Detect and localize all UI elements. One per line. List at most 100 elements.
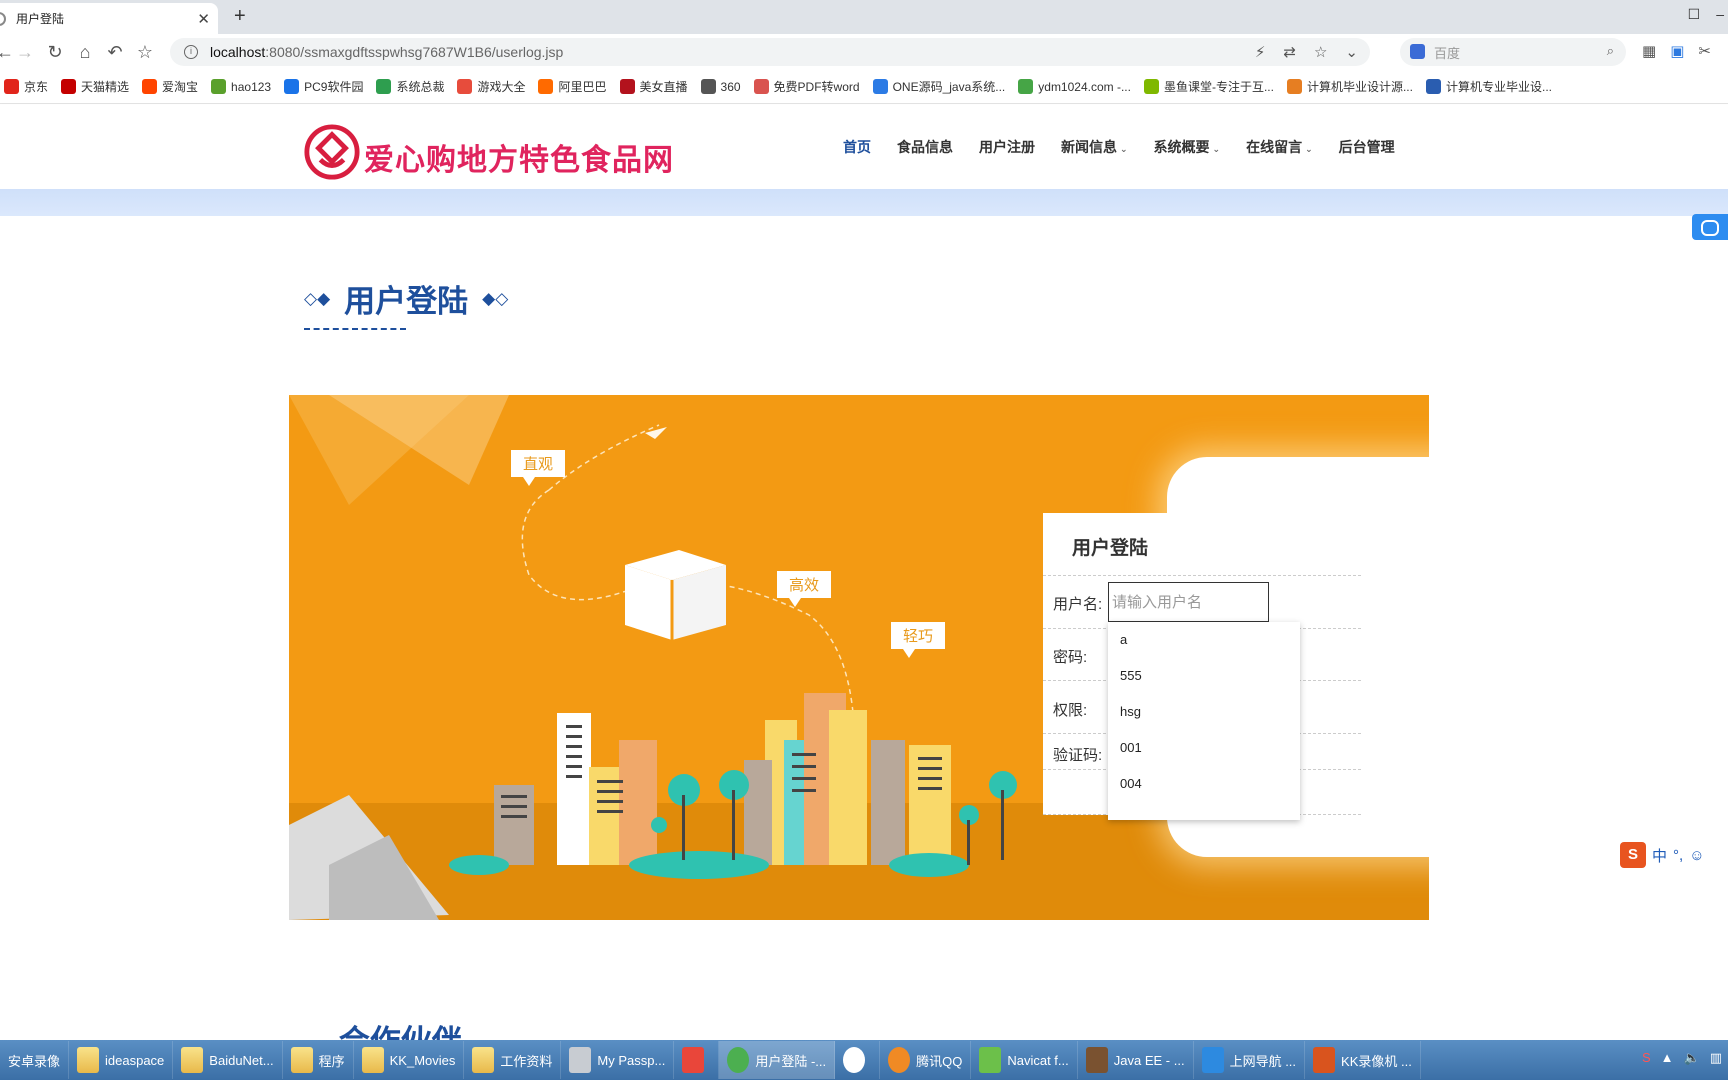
taskbar-item[interactable]: 工作资料 bbox=[464, 1041, 562, 1079]
taskbar-item[interactable] bbox=[835, 1041, 881, 1079]
bookmark-item[interactable]: hao123 bbox=[211, 79, 271, 94]
nav-item[interactable]: 系统概要 ⌄ bbox=[1154, 137, 1221, 157]
lightning-icon[interactable]: ⚡ bbox=[1255, 43, 1266, 61]
bookmark-favicon-icon bbox=[284, 79, 300, 94]
window-minimize-icon[interactable]: – bbox=[1716, 6, 1724, 23]
window-restore-icon[interactable]: ☐ bbox=[1688, 6, 1701, 23]
taskbar-item[interactable]: BaiduNet... bbox=[173, 1041, 283, 1079]
bookmark-item[interactable]: 墨鱼课堂-专注于互... bbox=[1143, 78, 1274, 95]
volume-icon[interactable]: 🔈 bbox=[1684, 1050, 1700, 1066]
search-placeholder: 百度 bbox=[1434, 45, 1461, 61]
taskbar-item-label: 上网导航 ... bbox=[1229, 1053, 1297, 1069]
bookmark-item[interactable]: 免费PDF转word bbox=[753, 78, 860, 95]
bookmark-item[interactable]: PC9软件园 bbox=[284, 78, 363, 95]
role-label: 权限: bbox=[1053, 702, 1088, 719]
bookmark-item[interactable]: ONE源码_java系统... bbox=[872, 78, 1006, 95]
bookmark-label: ONE源码_java系统... bbox=[892, 80, 1006, 94]
taskbar-item[interactable]: Navicat f... bbox=[971, 1041, 1078, 1079]
bookmark-label: PC9软件园 bbox=[304, 80, 364, 94]
nav-item[interactable]: 食品信息 bbox=[897, 137, 953, 157]
bookmark-item[interactable]: 计算机毕业设计源... bbox=[1286, 78, 1413, 95]
taskbar-item[interactable]: KK录像机 ... bbox=[1305, 1041, 1421, 1079]
punctuation-icon[interactable]: °, bbox=[1673, 847, 1683, 864]
translate-icon[interactable]: ⇄ bbox=[1283, 43, 1296, 61]
navicat-icon bbox=[979, 1047, 1002, 1073]
bookmark-favicon-icon bbox=[619, 79, 635, 94]
bookmark-item[interactable]: 京东 bbox=[4, 78, 48, 95]
nav-item-label: 系统概要 bbox=[1153, 139, 1210, 155]
banner-tag-light: 轻巧 bbox=[891, 622, 946, 658]
autocomplete-option[interactable]: 004 bbox=[1108, 766, 1300, 802]
autocomplete-option[interactable]: a bbox=[1108, 622, 1300, 658]
bookmark-item[interactable]: 360 bbox=[700, 79, 741, 94]
bookmark-item[interactable]: 爱淘宝 bbox=[142, 78, 198, 95]
taskbar-item[interactable]: ideaspace bbox=[69, 1041, 174, 1079]
grid-icon[interactable]: ▦ bbox=[1642, 42, 1656, 60]
bookmark-item[interactable]: 美女直播 bbox=[619, 78, 688, 95]
password-label: 密码: bbox=[1053, 649, 1088, 666]
bookmark-item[interactable]: 系统总裁 bbox=[376, 78, 444, 95]
undo-icon[interactable]: ↶ bbox=[104, 42, 126, 63]
bookmark-label: 360 bbox=[720, 79, 741, 94]
taskbar-item[interactable]: 用户登陆 -... bbox=[719, 1041, 836, 1079]
tray-expand-icon[interactable]: ▲ bbox=[1661, 1050, 1674, 1066]
reload-icon[interactable]: ↻ bbox=[44, 42, 66, 63]
bookmark-item[interactable]: 计算机专业毕业设... bbox=[1425, 78, 1552, 95]
taskbar-item[interactable]: 腾讯QQ bbox=[880, 1041, 972, 1079]
translate-ext-icon[interactable]: ▣ bbox=[1670, 42, 1684, 60]
bookmark-item[interactable]: ydm1024.com -... bbox=[1018, 79, 1131, 94]
taskbar-item[interactable]: 程序 bbox=[283, 1041, 354, 1079]
site-info-icon[interactable]: i bbox=[184, 45, 198, 59]
chevron-down-icon[interactable]: ⌄ bbox=[1345, 43, 1358, 61]
url-actions: ⚡ ⇄ ☆ ⌄ bbox=[1255, 43, 1358, 61]
username-input[interactable] bbox=[1108, 582, 1269, 622]
username-label: 用户名: bbox=[1053, 596, 1103, 613]
site-logo-text[interactable]: 爱心购地方特色食品网 bbox=[364, 135, 674, 179]
folder-icon bbox=[290, 1047, 313, 1073]
home-icon[interactable]: ⌂ bbox=[74, 42, 96, 63]
bookmark-item[interactable]: 天猫精选 bbox=[61, 78, 129, 95]
nav-item[interactable]: 首页 bbox=[843, 137, 871, 157]
ime-mode-label[interactable]: 中 bbox=[1652, 845, 1667, 866]
logo-icon[interactable] bbox=[303, 123, 361, 181]
taskbar-item-label: KK录像机 ... bbox=[1341, 1053, 1412, 1069]
taskbar-item[interactable]: 上网导航 ... bbox=[1194, 1041, 1306, 1079]
star-icon[interactable]: ☆ bbox=[1314, 43, 1327, 61]
sogou-s-icon[interactable]: S bbox=[1620, 842, 1646, 868]
nav-item[interactable]: 后台管理 bbox=[1339, 137, 1395, 157]
forward-icon[interactable]: → bbox=[14, 42, 36, 63]
sogou-tray-icon[interactable]: S bbox=[1642, 1050, 1651, 1066]
baidu-paw-icon bbox=[1410, 44, 1425, 59]
autocomplete-option[interactable]: hsg bbox=[1108, 694, 1300, 730]
scissors-icon[interactable]: ✂ bbox=[1698, 42, 1711, 60]
bookmark-item[interactable]: 游戏大全 bbox=[457, 78, 525, 95]
baidu-cloud-float-icon[interactable] bbox=[1692, 214, 1728, 240]
kk-icon bbox=[1313, 1047, 1336, 1073]
nav-item[interactable]: 用户注册 bbox=[979, 137, 1035, 157]
bookmark-favicon-icon bbox=[211, 79, 227, 94]
search-icon[interactable]: ⌕ bbox=[1607, 43, 1614, 59]
taskbar-item[interactable] bbox=[674, 1041, 720, 1079]
taskbar-item[interactable]: My Passp... bbox=[561, 1041, 675, 1079]
autocomplete-option[interactable]: 555 bbox=[1108, 658, 1300, 694]
nav-item[interactable]: 在线留言 ⌄ bbox=[1246, 137, 1313, 157]
tab-close-icon[interactable]: ✕ bbox=[197, 10, 210, 28]
autocomplete-option[interactable]: 001 bbox=[1108, 730, 1300, 766]
taskbar-item[interactable]: 安卓录像 bbox=[0, 1041, 70, 1079]
bookmark-item[interactable]: 阿里巴巴 bbox=[538, 78, 607, 95]
url-field[interactable]: i localhost:8080/ssmaxgdftsspwhsg7687W1B… bbox=[170, 38, 1370, 66]
nav-item[interactable]: 新闻信息 ⌄ bbox=[1061, 137, 1128, 157]
taskbar-item[interactable]: KK_Movies bbox=[354, 1041, 465, 1079]
taskbar-item[interactable]: Java EE - ... bbox=[1078, 1041, 1194, 1079]
bookmark-favicon-icon bbox=[142, 79, 158, 94]
emoji-icon[interactable]: ☺ bbox=[1689, 847, 1704, 864]
url-path: :8080/ssmaxgdftsspwhsg7687W1B6/userlog.j… bbox=[265, 44, 564, 60]
browser-search-field[interactable]: 百度 ⌕ bbox=[1400, 38, 1626, 66]
baidu-icon bbox=[843, 1047, 866, 1073]
url-host: localhost bbox=[210, 44, 266, 60]
browser-tab[interactable]: 用户登陆 ✕ bbox=[0, 3, 218, 34]
taskbar-item-label: 程序 bbox=[318, 1053, 345, 1069]
new-tab-button[interactable]: + bbox=[234, 5, 246, 28]
network-icon[interactable]: ▥ bbox=[1710, 1050, 1722, 1066]
bookmark-star-icon[interactable]: ☆ bbox=[134, 42, 156, 63]
